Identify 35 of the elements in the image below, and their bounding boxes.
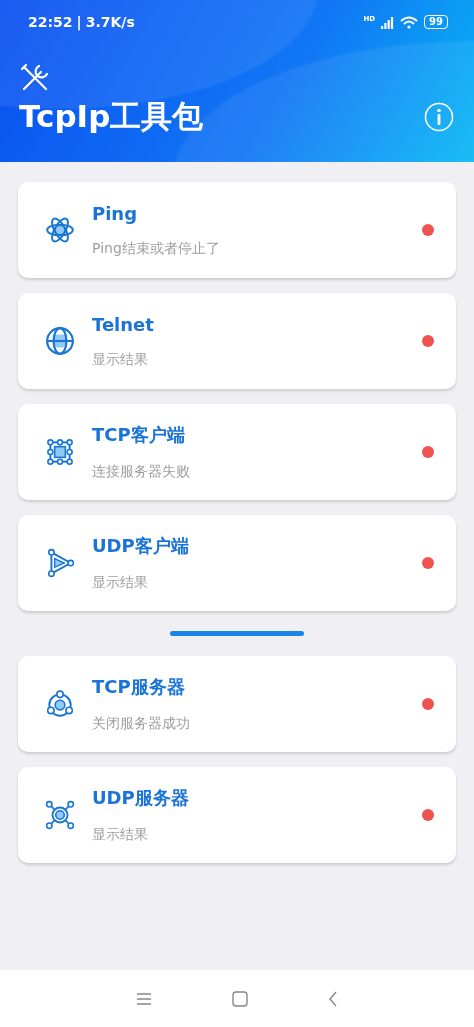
back-icon[interactable] xyxy=(328,990,338,1007)
tool-card[interactable]: TCP客户端 连接服务器失败 xyxy=(18,404,456,500)
tool-card[interactable]: UDP服务器 显示结果 xyxy=(18,767,456,863)
tool-status: Ping结束或者停止了 xyxy=(92,239,221,258)
nodes-square-icon xyxy=(45,437,75,467)
network-speed: 3.7K/s xyxy=(85,14,135,30)
tool-status: 显示结果 xyxy=(92,574,149,592)
battery-indicator: 99 xyxy=(424,15,448,29)
tool-title: TCP服务器 xyxy=(92,675,186,699)
tool-title: TCP客户端 xyxy=(92,423,186,447)
tool-title: UDP服务器 xyxy=(92,786,190,810)
tool-status: 连接服务器失败 xyxy=(92,463,191,481)
atom-icon xyxy=(45,215,75,245)
wifi-icon xyxy=(400,15,419,29)
tool-card[interactable]: TCP服务器 关闭服务器成功 xyxy=(18,656,456,752)
tool-title: UDP客户端 xyxy=(92,534,190,558)
tool-title: Ping xyxy=(92,202,139,224)
app-title: TcpIp工具包 xyxy=(19,97,204,136)
network-hub-icon xyxy=(45,800,75,830)
hub-circle-icon xyxy=(45,689,75,719)
menu-icon[interactable] xyxy=(136,991,152,1006)
tool-title: Telnet xyxy=(92,313,155,335)
nodes-triangle-icon xyxy=(45,548,75,578)
clock: 22:52 xyxy=(28,14,73,30)
tool-card[interactable]: Ping Ping结束或者停止了 xyxy=(18,182,456,278)
home-icon[interactable] xyxy=(232,990,248,1007)
tool-status: 显示结果 xyxy=(92,350,149,369)
tool-card[interactable]: UDP客户端 显示结果 xyxy=(18,515,456,611)
status-divider: | xyxy=(76,14,82,30)
info-button[interactable] xyxy=(424,102,454,132)
tool-card[interactable]: Telnet 显示结果 xyxy=(18,293,456,389)
tool-status: 显示结果 xyxy=(92,826,149,844)
signal-icon xyxy=(381,15,395,29)
tool-status: 关闭服务器成功 xyxy=(92,715,191,733)
globe-icon xyxy=(45,326,75,356)
